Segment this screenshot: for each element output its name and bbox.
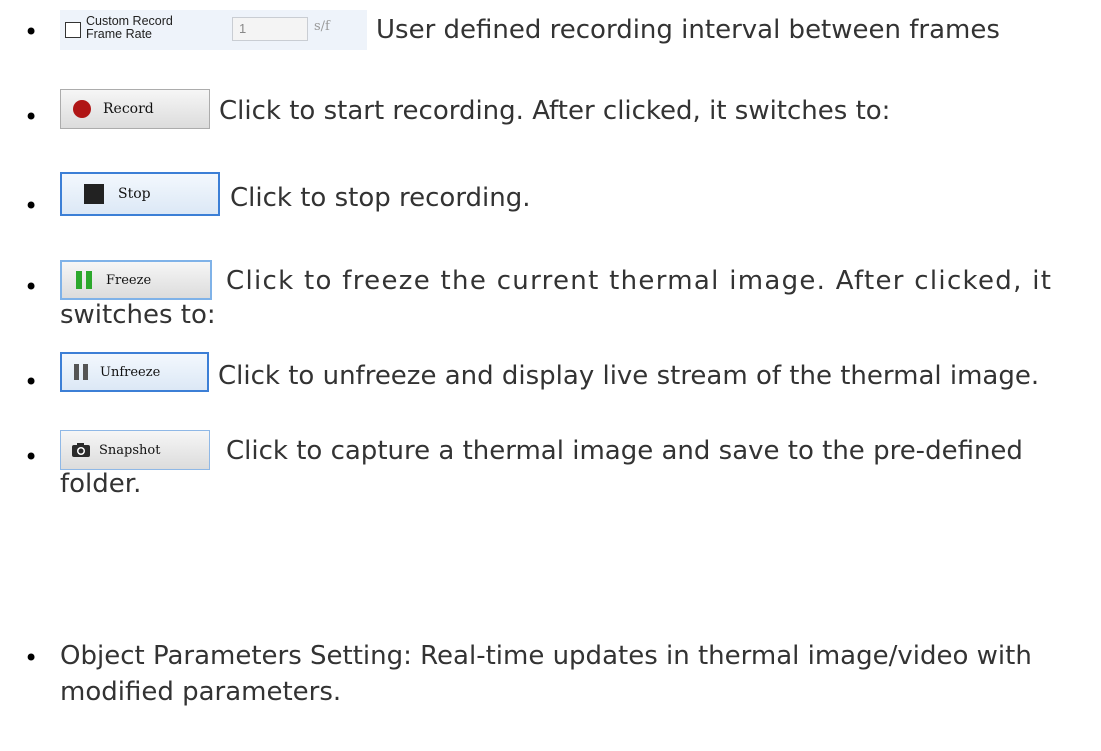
freeze-row: • Freeze Click to freeze the current the… (0, 255, 1101, 335)
bullet: • (24, 443, 39, 471)
record-dot-icon (73, 100, 91, 118)
frame-rate-row: • Custom Record Frame Rate 1 s/f User de… (0, 10, 1101, 50)
label-line1: Custom Record (86, 14, 173, 28)
record-button-label: Record (103, 101, 154, 117)
stop-square-icon (84, 184, 104, 204)
frame-rate-input[interactable]: 1 (232, 17, 308, 41)
freeze-description-line1: Click to freeze the current thermal imag… (226, 266, 1053, 296)
freeze-button-label: Freeze (106, 272, 152, 288)
unfreeze-button[interactable]: Unfreeze (60, 352, 209, 392)
custom-frame-rate-widget: Custom Record Frame Rate 1 s/f (60, 10, 367, 50)
stop-description: Click to stop recording. (230, 183, 531, 213)
label-line2: Frame Rate (86, 27, 152, 41)
snapshot-row: • Snapshot Click to capture a thermal im… (0, 425, 1101, 505)
unfreeze-description: Click to unfreeze and display live strea… (218, 361, 1040, 391)
record-button[interactable]: Record (60, 89, 210, 129)
pause-bars-icon (76, 271, 94, 289)
record-row: • Record Click to start recording. After… (0, 85, 1101, 129)
snapshot-description-line2: folder. (60, 469, 142, 499)
record-description: Click to start recording. After clicked,… (219, 96, 891, 126)
object-params-line2: modified parameters. (60, 677, 342, 707)
bullet: • (24, 368, 39, 396)
stop-button-label: Stop (118, 186, 151, 202)
bullet: • (24, 192, 39, 220)
stop-row: • Stop Click to stop recording. (0, 172, 1101, 220)
frame-rate-unit: s/f (314, 19, 330, 34)
camera-icon (71, 442, 91, 458)
freeze-description-line2: switches to: (60, 300, 216, 330)
object-params-line1: Object Parameters Setting: Real-time upd… (60, 641, 1032, 671)
stop-button[interactable]: Stop (60, 172, 220, 216)
snapshot-button-label: Snapshot (99, 442, 161, 458)
unfreeze-row: • Unfreeze Click to unfreeze and display… (0, 350, 1101, 394)
unfreeze-button-label: Unfreeze (100, 364, 161, 380)
frame-rate-description: User defined recording interval between … (376, 15, 1000, 45)
pause-bars-icon (74, 364, 90, 380)
snapshot-description-line1: Click to capture a thermal image and sav… (226, 436, 1023, 466)
bullet: • (24, 18, 39, 46)
snapshot-button[interactable]: Snapshot (60, 430, 210, 470)
custom-frame-rate-checkbox[interactable] (65, 22, 81, 38)
object-params-row: • Object Parameters Setting: Real-time u… (0, 640, 1101, 720)
custom-frame-rate-label: Custom Record Frame Rate (86, 15, 173, 41)
bullet: • (24, 644, 39, 672)
bullet: • (24, 103, 39, 131)
bullet: • (24, 273, 39, 301)
freeze-button[interactable]: Freeze (60, 260, 212, 300)
